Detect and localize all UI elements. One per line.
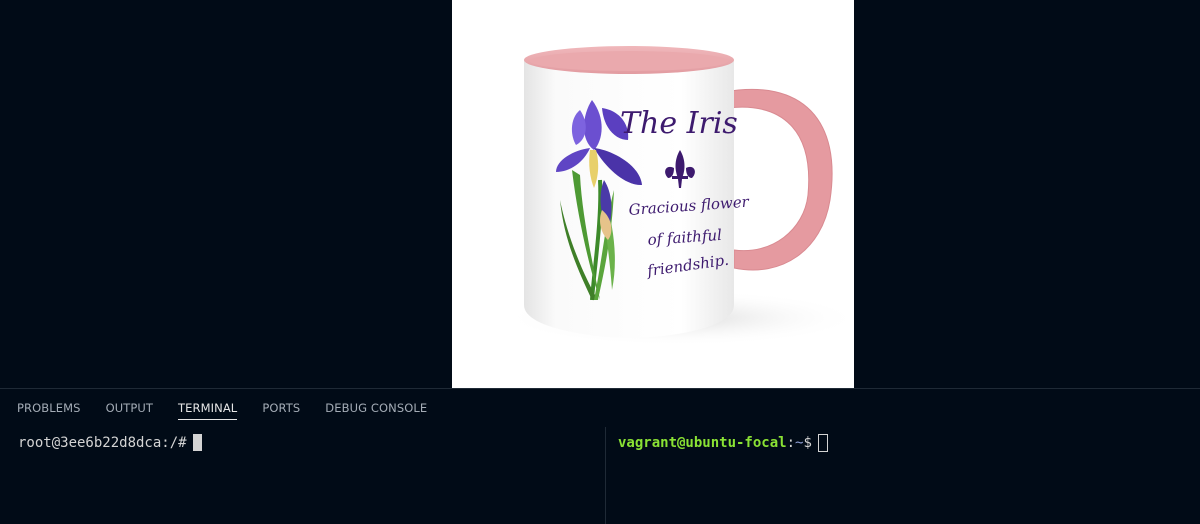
tab-ports[interactable]: PORTS: [262, 389, 300, 427]
tab-problems[interactable]: PROBLEMS: [17, 389, 81, 427]
terminal-area: root@3ee6b22d8dca:/# vagrant@ubuntu-foca…: [0, 427, 1200, 524]
mug-rim-inner: [530, 51, 728, 71]
panel-tabs: PROBLEMS OUTPUT TERMINAL PORTS DEBUG CON…: [0, 389, 452, 427]
mug-handle: [723, 88, 833, 271]
tab-terminal[interactable]: TERMINAL: [178, 389, 238, 427]
tab-output[interactable]: OUTPUT: [106, 389, 153, 427]
app-window: The Iris Gracious flower of faithful fri…: [0, 0, 1200, 524]
bottom-panel: PROBLEMS OUTPUT TERMINAL PORTS DEBUG CON…: [0, 388, 1200, 524]
terminal-right-symbol: $: [803, 435, 812, 451]
image-preview-area: The Iris Gracious flower of faithful fri…: [0, 0, 1200, 388]
terminal-left-prompt-line: root@3ee6b22d8dca:/#: [18, 434, 604, 451]
tab-debug-console[interactable]: DEBUG CONSOLE: [325, 389, 427, 427]
terminal-cursor-inactive: [817, 434, 828, 452]
terminal-split-divider[interactable]: [605, 427, 606, 524]
mug-image: The Iris Gracious flower of faithful fri…: [452, 0, 854, 388]
terminal-right-path: ~: [795, 435, 804, 451]
terminal-right[interactable]: vagrant@ubuntu-focal: ~ $: [618, 427, 1188, 524]
mug-title-text: The Iris: [620, 106, 738, 141]
terminal-cursor: [192, 434, 202, 451]
terminal-right-prompt-line: vagrant@ubuntu-focal: ~ $: [618, 434, 1188, 452]
terminal-right-path-sep: :: [786, 435, 796, 451]
terminal-left[interactable]: root@3ee6b22d8dca:/#: [18, 427, 604, 524]
terminal-right-user-host: vagrant@ubuntu-focal: [618, 435, 787, 451]
terminal-left-prompt: root@3ee6b22d8dca:/#: [18, 434, 187, 451]
mug-illustration: The Iris Gracious flower of faithful fri…: [502, 46, 854, 346]
